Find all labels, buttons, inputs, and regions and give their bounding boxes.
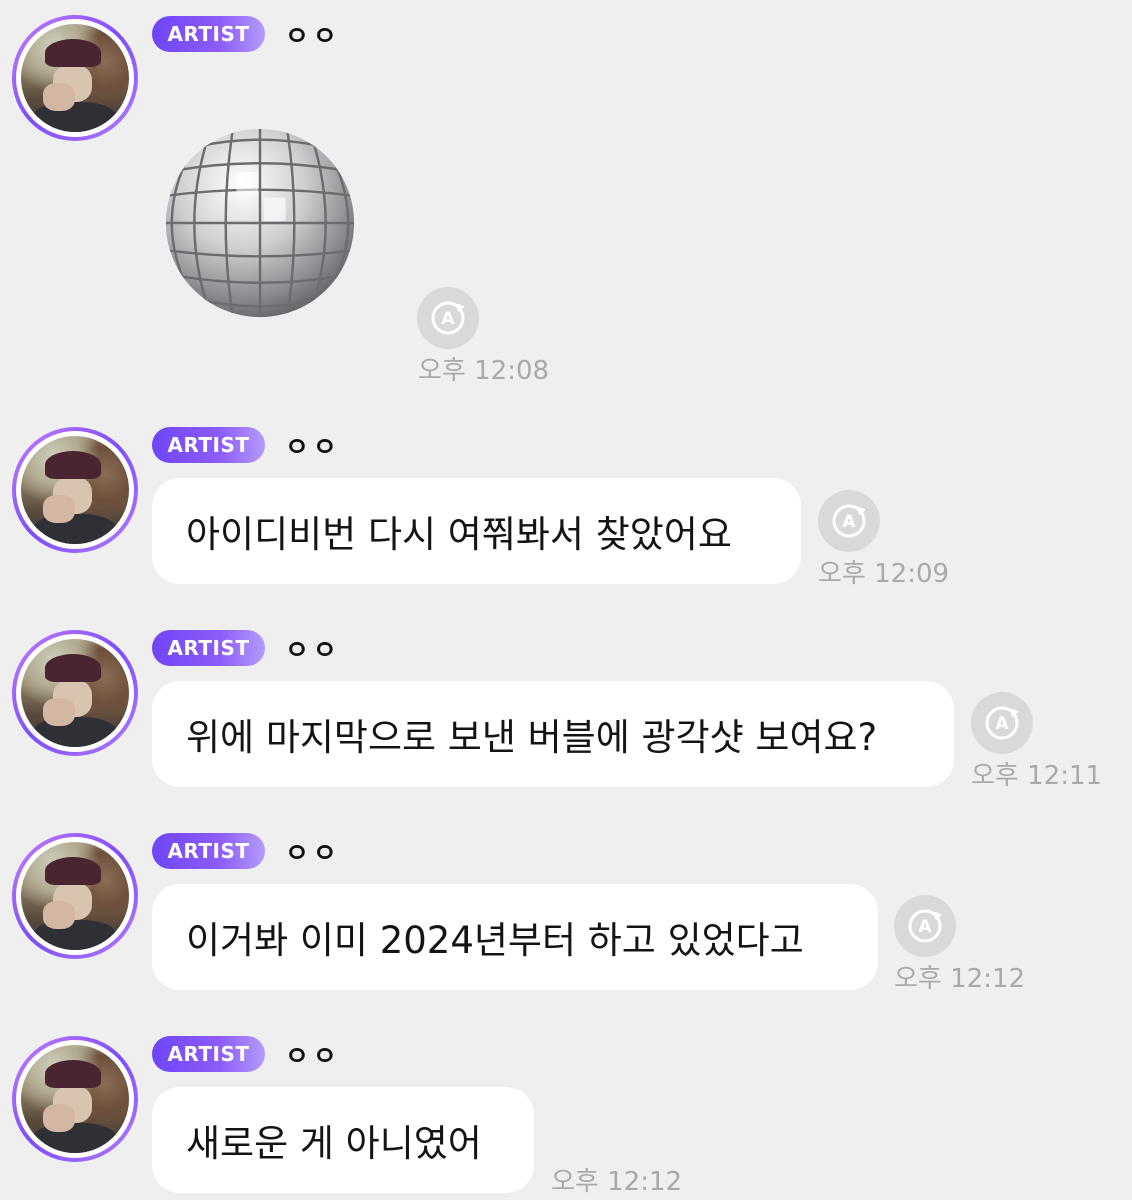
translate-icon: A xyxy=(832,504,866,538)
sender-name: ㅇㅇ xyxy=(285,433,341,463)
message-time: 오후 12:12 xyxy=(551,1167,683,1197)
artist-badge: ARTIST xyxy=(152,630,265,666)
sender-name: ㅇㅇ xyxy=(285,1042,341,1072)
message-bubble[interactable]: 아이디비번 다시 여쭤봐서 찾았어요 xyxy=(152,478,801,584)
translate-button[interactable]: A xyxy=(971,692,1033,754)
message-time: 오후 12:09 xyxy=(818,559,950,589)
artist-badge: ARTIST xyxy=(152,16,265,52)
translate-icon: A xyxy=(985,706,1019,740)
svg-text:A: A xyxy=(995,714,1009,734)
message-time: 오후 12:08 xyxy=(418,356,550,386)
message-time: 오후 12:11 xyxy=(971,761,1103,791)
message-bubble[interactable]: 위에 마지막으로 보낸 버블에 광각샷 보여요? xyxy=(152,681,954,787)
artist-badge: ARTIST xyxy=(152,833,265,869)
avatar[interactable] xyxy=(12,15,138,141)
avatar[interactable] xyxy=(12,1036,138,1162)
translate-icon: A xyxy=(908,909,942,943)
translate-button[interactable]: A xyxy=(894,895,956,957)
translate-icon: A xyxy=(431,301,465,335)
avatar[interactable] xyxy=(12,427,138,553)
sender-name: ㅇㅇ xyxy=(285,636,341,666)
message-time: 오후 12:12 xyxy=(894,964,1026,994)
message-bubble[interactable]: 이거봐 이미 2024년부터 하고 있었다고 xyxy=(152,884,878,990)
svg-text:A: A xyxy=(918,917,932,937)
artist-badge: ARTIST xyxy=(152,427,265,463)
artist-badge: ARTIST xyxy=(152,1036,265,1072)
disco-ball-sticker[interactable] xyxy=(162,125,358,321)
avatar[interactable] xyxy=(12,630,138,756)
svg-text:A: A xyxy=(441,309,455,329)
avatar[interactable] xyxy=(12,833,138,959)
message-bubble[interactable]: 새로운 게 아니였어 xyxy=(152,1087,534,1193)
translate-button[interactable]: A xyxy=(417,287,479,349)
svg-text:A: A xyxy=(842,512,856,532)
sender-name: ㅇㅇ xyxy=(285,22,341,52)
translate-button[interactable]: A xyxy=(818,490,880,552)
sender-name: ㅇㅇ xyxy=(285,839,341,869)
